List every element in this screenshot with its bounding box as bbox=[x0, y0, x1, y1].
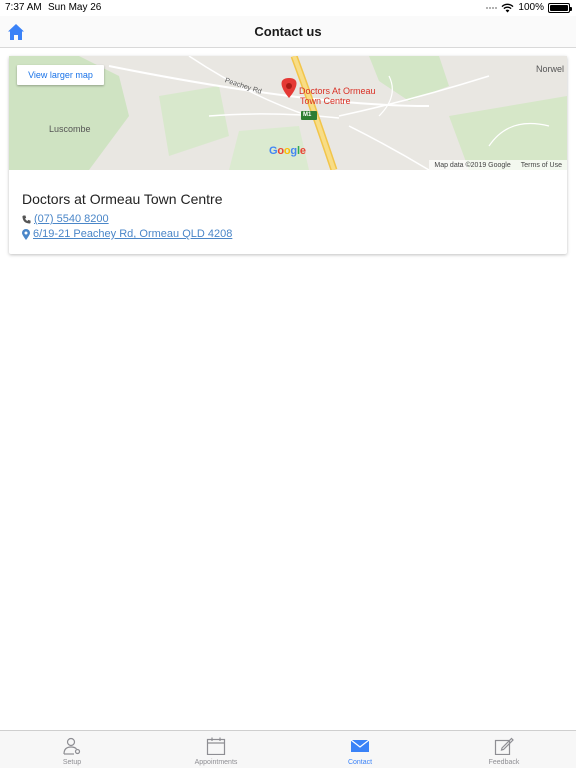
map-footer: Map data ©2019 Google Terms of Use bbox=[429, 160, 567, 170]
tab-feedback-label: Feedback bbox=[488, 759, 520, 766]
contact-card: View larger map Norwel Luscombe Peachey … bbox=[9, 56, 567, 254]
status-right: 100% bbox=[486, 2, 572, 13]
wifi-icon bbox=[501, 3, 514, 12]
person-gear-icon bbox=[63, 737, 81, 755]
tab-contact-label: Contact bbox=[347, 759, 373, 766]
highway-label: M1 bbox=[303, 112, 312, 118]
map-pin-icon bbox=[22, 228, 30, 240]
phone-row: (07) 5540 8200 bbox=[22, 213, 109, 225]
compose-icon bbox=[494, 737, 514, 755]
page-title: Contact us bbox=[254, 24, 322, 39]
practice-name: Doctors at Ormeau Town Centre bbox=[22, 191, 223, 207]
tab-bar: Setup Appointments Contact Feedback bbox=[0, 730, 576, 768]
status-bar: 7:37 AM Sun May 26 100% bbox=[0, 0, 576, 16]
calendar-icon bbox=[206, 737, 226, 755]
map-data-credit: Map data ©2019 Google bbox=[434, 161, 511, 169]
google-logo: Google bbox=[269, 145, 306, 157]
tab-appointments-label: Appointments bbox=[194, 759, 238, 766]
map-marker-line1: Doctors At Ormeau bbox=[299, 86, 376, 96]
status-date: Sun May 26 bbox=[48, 2, 102, 13]
map-label-norwell: Norwel bbox=[536, 64, 565, 74]
map-label-luscombe: Luscombe bbox=[49, 124, 91, 134]
phone-icon bbox=[22, 214, 31, 224]
navigation-bar: Contact us bbox=[0, 16, 576, 48]
envelope-icon bbox=[350, 739, 370, 752]
tab-feedback[interactable]: Feedback bbox=[432, 731, 576, 768]
phone-link[interactable]: (07) 5540 8200 bbox=[34, 213, 109, 225]
embedded-map[interactable]: View larger map Norwel Luscombe Peachey … bbox=[9, 56, 567, 170]
address-row: 6/19-21 Peachey Rd, Ormeau QLD 4208 bbox=[22, 228, 232, 240]
tab-appointments[interactable]: Appointments bbox=[144, 731, 288, 768]
battery-icon bbox=[548, 2, 572, 13]
tab-setup[interactable]: Setup bbox=[0, 731, 144, 768]
terms-of-use-link[interactable]: Terms of Use bbox=[521, 162, 562, 169]
map-marker-label: Doctors At Ormeau Town Centre bbox=[299, 86, 376, 106]
map-marker-line2: Town Centre bbox=[300, 96, 351, 106]
address-link[interactable]: 6/19-21 Peachey Rd, Ormeau QLD 4208 bbox=[33, 228, 232, 240]
tab-contact[interactable]: Contact bbox=[288, 731, 432, 768]
signal-icon bbox=[486, 6, 498, 9]
view-larger-map-button[interactable]: View larger map bbox=[17, 65, 104, 85]
status-time: 7:37 AM bbox=[5, 2, 42, 13]
google-logo-letter: e bbox=[299, 145, 306, 157]
battery-percent: 100% bbox=[518, 2, 544, 13]
tab-setup-label: Setup bbox=[62, 759, 82, 766]
